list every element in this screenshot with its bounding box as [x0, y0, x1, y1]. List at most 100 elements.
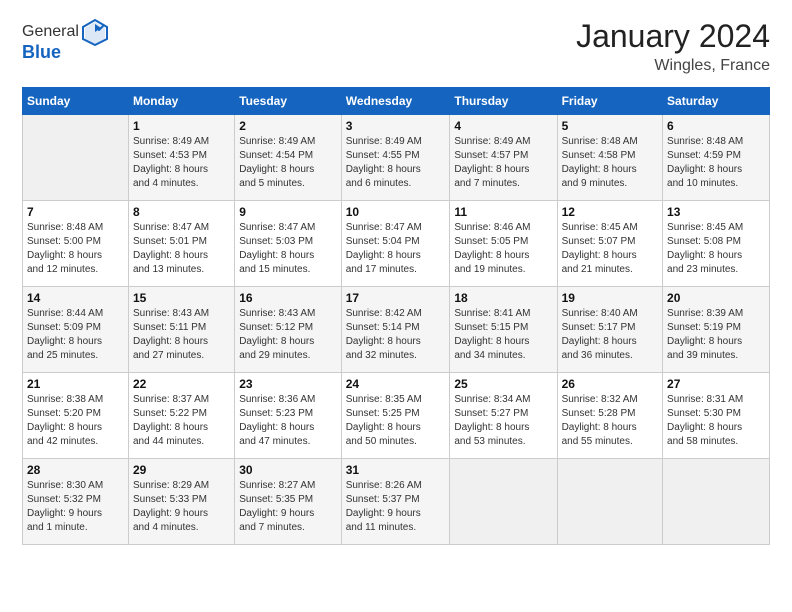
calendar-table: SundayMondayTuesdayWednesdayThursdayFrid… — [22, 87, 770, 545]
day-number: 18 — [454, 291, 552, 305]
day-detail: Sunrise: 8:29 AM Sunset: 5:33 PM Dayligh… — [133, 479, 230, 535]
calendar-cell: 12 Sunrise: 8:45 AM Sunset: 5:07 PM Dayli… — [557, 201, 662, 287]
day-number: 23 — [239, 377, 337, 391]
calendar-cell: 16 Sunrise: 8:43 AM Sunset: 5:12 PM Dayli… — [235, 287, 342, 373]
day-number: 15 — [133, 291, 230, 305]
day-number: 1 — [133, 119, 230, 133]
day-detail: Sunrise: 8:46 AM Sunset: 5:05 PM Dayligh… — [454, 221, 552, 277]
day-detail: Sunrise: 8:49 AM Sunset: 4:54 PM Dayligh… — [239, 135, 337, 191]
calendar-cell: 3 Sunrise: 8:49 AM Sunset: 4:55 PM Daylig… — [341, 115, 450, 201]
day-detail: Sunrise: 8:47 AM Sunset: 5:04 PM Dayligh… — [346, 221, 446, 277]
weekday-header-saturday: Saturday — [663, 88, 770, 115]
calendar-cell — [450, 459, 557, 545]
day-number: 14 — [27, 291, 124, 305]
calendar-cell: 15 Sunrise: 8:43 AM Sunset: 5:11 PM Dayli… — [128, 287, 234, 373]
day-number: 2 — [239, 119, 337, 133]
calendar-cell: 2 Sunrise: 8:49 AM Sunset: 4:54 PM Daylig… — [235, 115, 342, 201]
calendar-cell: 14 Sunrise: 8:44 AM Sunset: 5:09 PM Dayli… — [23, 287, 129, 373]
calendar-cell: 18Sunrise: 8:41 AM Sunset: 5:15 PM Dayli… — [450, 287, 557, 373]
calendar-cell: 20 Sunrise: 8:39 AM Sunset: 5:19 PM Dayli… — [663, 287, 770, 373]
calendar-cell — [23, 115, 129, 201]
weekday-header-wednesday: Wednesday — [341, 88, 450, 115]
day-detail: Sunrise: 8:40 AM Sunset: 5:17 PM Dayligh… — [562, 307, 658, 363]
weekday-header-sunday: Sunday — [23, 88, 129, 115]
location-subtitle: Wingles, France — [576, 57, 770, 75]
day-number: 9 — [239, 205, 337, 219]
day-detail: Sunrise: 8:44 AM Sunset: 5:09 PM Dayligh… — [27, 307, 124, 363]
calendar-cell: 31 Sunrise: 8:26 AM Sunset: 5:37 PM Dayli… — [341, 459, 450, 545]
calendar-week-row: 28 Sunrise: 8:30 AM Sunset: 5:32 PM Dayli… — [23, 459, 770, 545]
calendar-cell: 29 Sunrise: 8:29 AM Sunset: 5:33 PM Dayli… — [128, 459, 234, 545]
day-detail: Sunrise: 8:26 AM Sunset: 5:37 PM Dayligh… — [346, 479, 446, 535]
day-detail: Sunrise: 8:48 AM Sunset: 5:00 PM Dayligh… — [27, 221, 124, 277]
day-detail: Sunrise: 8:49 AM Sunset: 4:57 PM Dayligh… — [454, 135, 552, 191]
day-detail: Sunrise: 8:38 AM Sunset: 5:20 PM Dayligh… — [27, 393, 124, 449]
logo-general-text: General — [22, 23, 79, 41]
day-detail: Sunrise: 8:45 AM Sunset: 5:07 PM Dayligh… — [562, 221, 658, 277]
day-detail: Sunrise: 8:49 AM Sunset: 4:55 PM Dayligh… — [346, 135, 446, 191]
weekday-header-tuesday: Tuesday — [235, 88, 342, 115]
day-detail: Sunrise: 8:35 AM Sunset: 5:25 PM Dayligh… — [346, 393, 446, 449]
day-number: 26 — [562, 377, 658, 391]
calendar-cell — [557, 459, 662, 545]
day-number: 12 — [562, 205, 658, 219]
calendar-cell: 11 Sunrise: 8:46 AM Sunset: 5:05 PM Dayli… — [450, 201, 557, 287]
header: General Blue January 2024 Wingles, Franc… — [22, 18, 770, 75]
weekday-header-friday: Friday — [557, 88, 662, 115]
month-year-title: January 2024 — [576, 18, 770, 55]
day-detail: Sunrise: 8:45 AM Sunset: 5:08 PM Dayligh… — [667, 221, 765, 277]
calendar-cell — [663, 459, 770, 545]
day-number: 27 — [667, 377, 765, 391]
day-number: 3 — [346, 119, 446, 133]
calendar-cell: 23Sunrise: 8:36 AM Sunset: 5:23 PM Dayli… — [235, 373, 342, 459]
weekday-header-monday: Monday — [128, 88, 234, 115]
day-detail: Sunrise: 8:27 AM Sunset: 5:35 PM Dayligh… — [239, 479, 337, 535]
calendar-week-row: 21 Sunrise: 8:38 AM Sunset: 5:20 PM Dayli… — [23, 373, 770, 459]
calendar-cell: 22 Sunrise: 8:37 AM Sunset: 5:22 PM Dayli… — [128, 373, 234, 459]
day-number: 7 — [27, 205, 124, 219]
day-number: 22 — [133, 377, 230, 391]
day-number: 20 — [667, 291, 765, 305]
day-number: 13 — [667, 205, 765, 219]
day-number: 29 — [133, 463, 230, 477]
day-detail: Sunrise: 8:34 AM Sunset: 5:27 PM Dayligh… — [454, 393, 552, 449]
calendar-cell: 10 Sunrise: 8:47 AM Sunset: 5:04 PM Dayli… — [341, 201, 450, 287]
day-number: 11 — [454, 205, 552, 219]
day-detail: Sunrise: 8:48 AM Sunset: 4:59 PM Dayligh… — [667, 135, 765, 191]
day-number: 6 — [667, 119, 765, 133]
day-number: 31 — [346, 463, 446, 477]
calendar-cell: 27 Sunrise: 8:31 AM Sunset: 5:30 PM Dayli… — [663, 373, 770, 459]
day-detail: Sunrise: 8:47 AM Sunset: 5:03 PM Dayligh… — [239, 221, 337, 277]
calendar-cell: 8Sunrise: 8:47 AM Sunset: 5:01 PM Daylig… — [128, 201, 234, 287]
weekday-header-thursday: Thursday — [450, 88, 557, 115]
calendar-cell: 24Sunrise: 8:35 AM Sunset: 5:25 PM Dayli… — [341, 373, 450, 459]
calendar-cell: 25Sunrise: 8:34 AM Sunset: 5:27 PM Dayli… — [450, 373, 557, 459]
weekday-header-row: SundayMondayTuesdayWednesdayThursdayFrid… — [23, 88, 770, 115]
day-number: 21 — [27, 377, 124, 391]
day-number: 28 — [27, 463, 124, 477]
calendar-cell: 21 Sunrise: 8:38 AM Sunset: 5:20 PM Dayli… — [23, 373, 129, 459]
day-detail: Sunrise: 8:37 AM Sunset: 5:22 PM Dayligh… — [133, 393, 230, 449]
day-detail: Sunrise: 8:30 AM Sunset: 5:32 PM Dayligh… — [27, 479, 124, 535]
calendar-cell: 19 Sunrise: 8:40 AM Sunset: 5:17 PM Dayli… — [557, 287, 662, 373]
day-number: 10 — [346, 205, 446, 219]
day-number: 16 — [239, 291, 337, 305]
day-number: 30 — [239, 463, 337, 477]
day-number: 17 — [346, 291, 446, 305]
day-detail: Sunrise: 8:49 AM Sunset: 4:53 PM Dayligh… — [133, 135, 230, 191]
day-detail: Sunrise: 8:43 AM Sunset: 5:12 PM Dayligh… — [239, 307, 337, 363]
calendar-week-row: 1 Sunrise: 8:49 AM Sunset: 4:53 PM Daylig… — [23, 115, 770, 201]
day-number: 19 — [562, 291, 658, 305]
day-number: 8 — [133, 205, 230, 219]
calendar-cell: 7 Sunrise: 8:48 AM Sunset: 5:00 PM Daylig… — [23, 201, 129, 287]
day-number: 4 — [454, 119, 552, 133]
day-detail: Sunrise: 8:43 AM Sunset: 5:11 PM Dayligh… — [133, 307, 230, 363]
day-detail: Sunrise: 8:42 AM Sunset: 5:14 PM Dayligh… — [346, 307, 446, 363]
day-detail: Sunrise: 8:39 AM Sunset: 5:19 PM Dayligh… — [667, 307, 765, 363]
calendar-cell: 4 Sunrise: 8:49 AM Sunset: 4:57 PM Daylig… — [450, 115, 557, 201]
day-detail: Sunrise: 8:31 AM Sunset: 5:30 PM Dayligh… — [667, 393, 765, 449]
calendar-cell: 1 Sunrise: 8:49 AM Sunset: 4:53 PM Daylig… — [128, 115, 234, 201]
calendar-cell: 17 Sunrise: 8:42 AM Sunset: 5:14 PM Dayli… — [341, 287, 450, 373]
calendar-cell: 6 Sunrise: 8:48 AM Sunset: 4:59 PM Daylig… — [663, 115, 770, 201]
calendar-cell: 28 Sunrise: 8:30 AM Sunset: 5:32 PM Dayli… — [23, 459, 129, 545]
